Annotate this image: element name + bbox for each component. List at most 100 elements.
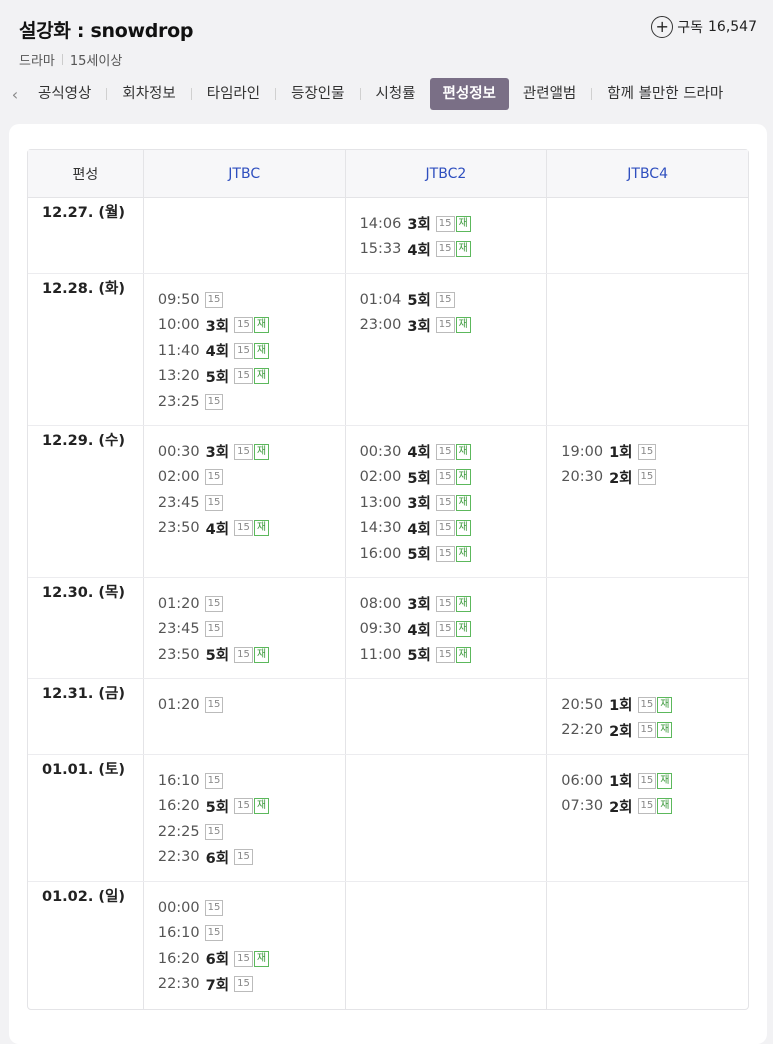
tab-item[interactable]: 회차정보 xyxy=(114,78,183,110)
broadcast-entry: 01:04 5회 15 xyxy=(360,287,547,313)
channel-cell xyxy=(546,274,748,425)
broadcast-time: 23:00 xyxy=(359,317,402,334)
episode-number: 3회 xyxy=(407,496,431,513)
age-rating-badge: 15 xyxy=(234,646,253,663)
subscriber-count: 16,547 xyxy=(708,19,757,35)
rerun-badge: 재 xyxy=(657,722,673,739)
subscribe-button[interactable]: + 구독 16,547 xyxy=(651,16,757,38)
table-row: 01.02. (일) 00:00 15 16:10 15 16:20 6회 15 재 22:30 7… xyxy=(28,882,748,1009)
age-rating-label: 15세이상 xyxy=(69,54,123,69)
broadcast-time: 22:30 xyxy=(157,849,200,866)
broadcast-entry: 16:10 15 xyxy=(158,921,345,947)
program-title: 설강화 : snowdrop xyxy=(19,20,194,42)
broadcast-time: 00:00 xyxy=(157,899,200,916)
rerun-badge: 재 xyxy=(657,696,673,713)
broadcast-time: 16:10 xyxy=(157,772,200,789)
table-row: 01.01. (토) 16:10 15 16:20 5회 15 재 22:25 15 22:30 6… xyxy=(28,755,748,882)
tab-item[interactable]: 타임라인 xyxy=(199,78,268,110)
age-rating-badge: 15 xyxy=(637,443,657,460)
age-rating-badge: 15 xyxy=(435,241,455,258)
age-rating-badge: 15 xyxy=(435,215,455,232)
tab-item[interactable]: 공식영상 xyxy=(30,78,99,110)
date-cell: 01.02. (일) xyxy=(42,889,126,905)
age-rating-badge: 15 xyxy=(435,291,455,308)
broadcast-time: 20:50 xyxy=(561,696,604,713)
age-rating-badge: 15 xyxy=(435,621,455,638)
broadcast-entry: 22:20 2회 15 재 xyxy=(561,718,748,744)
episode-number: 2회 xyxy=(609,799,633,816)
tab-bar: ‹ 공식영상 회차정보 타임라인 등장인물 시청률 편성정보 관련앨범 함께 볼만한 드라마 xyxy=(0,77,773,111)
broadcast-time: 13:00 xyxy=(359,494,402,511)
broadcast-entry: 19:00 1회 15 xyxy=(561,439,748,465)
broadcast-time: 10:00 xyxy=(157,317,200,334)
broadcast-time: 23:45 xyxy=(157,494,200,511)
rerun-badge: 재 xyxy=(253,443,270,460)
tab-item[interactable]: 편성정보 xyxy=(429,78,509,110)
episode-number: 3회 xyxy=(407,597,431,614)
rerun-badge: 재 xyxy=(455,241,471,258)
rerun-badge: 재 xyxy=(455,494,471,511)
table-row: 12.31. (금) 01:20 15 20:50 1회 15 재 22:20 2회 15 재 xyxy=(28,679,748,755)
tab-item[interactable]: 등장인물 xyxy=(283,78,352,110)
channel-cell xyxy=(546,882,748,1009)
episode-number: 3회 xyxy=(205,445,230,462)
broadcast-time: 13:20 xyxy=(157,368,200,385)
broadcast-time: 07:30 xyxy=(561,798,604,815)
date-cell: 12.27. (월) xyxy=(42,205,126,221)
age-rating-badge: 15 xyxy=(234,368,253,385)
episode-number: 5회 xyxy=(407,648,431,665)
broadcast-entry: 20:50 1회 15 재 xyxy=(561,692,748,718)
tab-divider xyxy=(359,88,361,100)
broadcast-time: 00:30 xyxy=(359,443,402,460)
episode-number: 3회 xyxy=(407,217,431,234)
broadcast-time: 23:50 xyxy=(157,520,200,537)
broadcast-entry: 01:20 15 xyxy=(158,692,345,718)
table-body: 12.27. (월) 14:06 3회 15 재 15:33 4회 15 재 12.28. (화)… xyxy=(28,198,748,1009)
age-rating-badge: 15 xyxy=(234,317,253,334)
episode-number: 6회 xyxy=(205,952,230,969)
episode-number: 1회 xyxy=(609,698,633,715)
program-header: 설강화 : snowdrop 드라마 15세이상 + 구독 16,547 ‹ 공… xyxy=(0,0,773,124)
rerun-badge: 재 xyxy=(455,595,471,612)
broadcast-entry: 13:00 3회 15 재 xyxy=(360,490,547,516)
tab-item[interactable]: 관련앨범 xyxy=(515,78,584,110)
meta-divider xyxy=(61,54,63,65)
channel-cell xyxy=(546,578,748,678)
age-rating-badge: 15 xyxy=(435,469,455,486)
episode-number: 4회 xyxy=(205,344,230,361)
rerun-badge: 재 xyxy=(455,215,471,232)
broadcast-time: 19:00 xyxy=(561,443,604,460)
tab-item[interactable]: 시청률 xyxy=(368,78,424,110)
episode-number: 4회 xyxy=(407,445,431,462)
broadcast-time: 16:00 xyxy=(359,545,402,562)
age-rating-badge: 15 xyxy=(204,925,224,942)
broadcast-entry: 00:30 3회 15 재 xyxy=(158,439,345,465)
broadcast-entry: 22:25 15 xyxy=(158,819,345,845)
tab-item[interactable]: 함께 볼만한 드라마 xyxy=(599,78,731,110)
episode-number: 4회 xyxy=(205,521,230,538)
broadcast-entry: 20:30 2회 15 xyxy=(561,465,748,491)
broadcast-time: 23:25 xyxy=(157,393,200,410)
age-rating-badge: 15 xyxy=(637,798,657,815)
age-rating-badge: 15 xyxy=(637,469,657,486)
subscribe-label: 구독 xyxy=(677,20,703,36)
channel-cell xyxy=(344,882,547,1009)
chevron-left-icon[interactable]: ‹ xyxy=(0,85,30,104)
rerun-badge: 재 xyxy=(455,317,471,334)
rerun-badge: 재 xyxy=(455,469,471,486)
age-rating-badge: 15 xyxy=(234,520,253,537)
rerun-badge: 재 xyxy=(253,950,270,967)
program-meta: 드라마 15세이상 xyxy=(19,50,122,69)
broadcast-entry: 09:30 4회 15 재 xyxy=(360,617,547,643)
channel-cell: 08:00 3회 15 재 09:30 4회 15 재 11:00 5회 15 재 xyxy=(344,578,547,678)
table-row: 12.27. (월) 14:06 3회 15 재 15:33 4회 15 재 xyxy=(28,198,748,274)
broadcast-time: 22:25 xyxy=(157,823,200,840)
broadcast-time: 09:50 xyxy=(157,291,200,308)
tab-divider xyxy=(591,88,593,100)
age-rating-badge: 15 xyxy=(234,950,253,967)
broadcast-entry: 00:30 4회 15 재 xyxy=(360,439,547,465)
channel-cell: 01:20 15 xyxy=(142,679,345,754)
broadcast-time: 01:20 xyxy=(157,696,200,713)
channel-cell: 00:00 15 16:10 15 16:20 6회 15 재 22:30 7회 15 xyxy=(142,882,345,1009)
age-rating-badge: 15 xyxy=(435,443,455,460)
